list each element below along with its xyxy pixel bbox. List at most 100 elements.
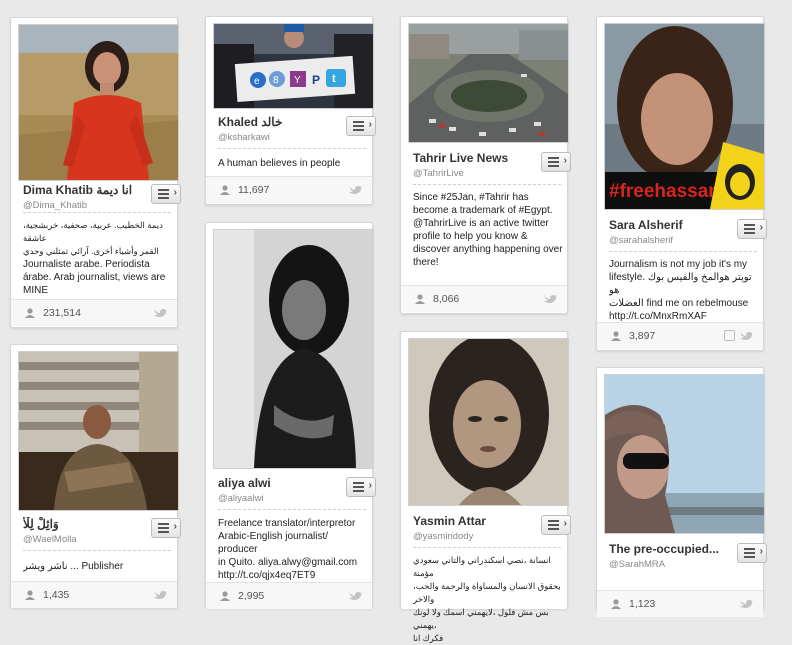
user-icon <box>220 591 230 601</box>
list-menu-icon <box>548 520 559 522</box>
profile-card-sarahmra[interactable]: The pre-occupied... @SarahMRA › 1,123 <box>596 367 767 617</box>
profile-handle[interactable]: @SarahMRA <box>609 559 665 570</box>
divider <box>218 148 366 149</box>
bio-line: Journalism is not my job it's my <box>609 259 748 270</box>
profile-photo[interactable] <box>408 23 569 143</box>
profile-handle[interactable]: @WaelMolla <box>23 534 77 545</box>
twitter-bird-icon[interactable] <box>739 330 753 341</box>
twitter-bird-icon[interactable] <box>153 589 167 600</box>
twitter-bird-icon[interactable] <box>543 293 557 304</box>
user-icon <box>415 294 425 304</box>
sign-letter: P <box>312 73 320 87</box>
profile-bio: Journalism is not my job it's my lifesty… <box>609 258 761 323</box>
name-row: aliya alwi @aliyaalwi › <box>213 472 376 508</box>
list-menu-icon <box>744 548 755 550</box>
name-row: Khaled خالد @ksharkawi › <box>213 111 376 147</box>
divider <box>413 547 561 548</box>
add-to-list-button[interactable]: › <box>737 219 767 239</box>
profile-handle[interactable]: @TahrirLive <box>413 168 464 179</box>
bio-line: القمر وأشياء أخرى. آرائي تمثلني وحدي <box>23 246 159 256</box>
add-to-list-button[interactable]: › <box>151 184 181 204</box>
profile-card-tahrirlive[interactable]: Tahrir Live News @TahrirLive › Since #25… <box>400 16 571 314</box>
photo-tag: #freehassan <box>609 181 720 202</box>
profile-photo[interactable] <box>408 338 569 506</box>
name-row: وَائِلْ لِلْأ @WaelMolla › <box>18 513 181 549</box>
add-to-list-button[interactable]: › <box>541 152 571 172</box>
profile-handle[interactable]: @ksharkawi <box>218 132 270 143</box>
profile-name[interactable]: Sara Alsherif <box>609 218 683 232</box>
profile-photo[interactable] <box>604 374 765 534</box>
bio-line: discover anything happening over <box>413 244 563 255</box>
add-to-list-button[interactable]: › <box>346 477 376 497</box>
profile-bio: Since #25Jan, #Tahrir has become a trade… <box>413 191 565 269</box>
user-icon <box>611 331 621 341</box>
twitter-bird-icon[interactable] <box>153 307 167 318</box>
add-to-list-button[interactable]: › <box>737 543 767 563</box>
add-to-list-button[interactable]: › <box>541 515 571 535</box>
twitter-bird-icon[interactable] <box>739 598 753 609</box>
profile-handle[interactable]: @aliyaalwi <box>218 493 264 504</box>
bio-line: انسانة ،نصي اسكندراني والتاني سعودي مؤمن… <box>413 555 551 578</box>
bio-line: فكرك انا <box>413 633 444 643</box>
bio-line: in Quito. aliya.alwy@gmail.com <box>218 557 358 568</box>
profile-handle[interactable]: @Dima_Khatib <box>23 200 87 211</box>
divider <box>218 509 366 510</box>
profile-name[interactable]: Dima Khatib انا ديمة <box>23 183 132 197</box>
instagram-icon[interactable] <box>724 330 735 341</box>
profile-photo[interactable]: #freehassan <box>604 23 765 210</box>
bio-line: become a trademark of #Egypt. <box>413 205 553 216</box>
profile-photo[interactable] <box>213 229 374 469</box>
twitter-bird-icon[interactable] <box>348 590 362 601</box>
bio-line: http://t.co/qjx4eq7ET9 <box>218 570 316 581</box>
followers-count: 1,435 <box>43 589 70 601</box>
list-menu-icon <box>158 189 169 191</box>
profile-bio: ديمة الخطيب. عربية، صحفية، خربشجية، عاشق… <box>23 219 175 297</box>
profile-name[interactable]: Tahrir Live News <box>413 151 508 165</box>
profile-handle[interactable]: @sarahalsherif <box>609 235 673 246</box>
bio-line: ناشر ويشر ... Publisher <box>23 561 124 572</box>
bio-line: بحقوق الانسان والمساواة والرحمة والحب، و… <box>413 581 561 604</box>
name-row: Yasmin Attar @yasmindody › <box>408 510 571 546</box>
followers-count: 2,995 <box>238 590 265 602</box>
twitter-bird-icon[interactable] <box>348 184 362 195</box>
profile-photo[interactable] <box>18 351 179 511</box>
profile-photo[interactable]: e 8 Y P t <box>213 23 374 109</box>
divider <box>609 251 757 252</box>
bio-line: Since #25Jan, #Tahrir has <box>413 192 529 203</box>
name-row: The pre-occupied... @SarahMRA › <box>604 538 767 574</box>
bio-line: @TahrirLive is an active twitter <box>413 218 549 229</box>
profile-name[interactable]: Yasmin Attar <box>413 514 486 528</box>
bio-line: Arabic-English journalist/ producer <box>218 531 329 555</box>
profile-name[interactable]: The pre-occupied... <box>609 542 719 556</box>
followers-count: 11,697 <box>238 184 270 196</box>
profile-card-aliya[interactable]: aliya alwi @aliyaalwi › Freelance transl… <box>205 222 376 609</box>
sign-letter: Y <box>294 75 301 86</box>
profile-name[interactable]: aliya alwi <box>218 476 271 490</box>
divider <box>23 212 171 213</box>
profile-handle[interactable]: @yasmindody <box>413 531 473 542</box>
card-footer: 231,514 <box>11 299 177 326</box>
bio-line: ديمة الخطيب. عربية، صحفية، خربشجية، عاشق… <box>23 220 163 243</box>
profile-bio: ناشر ويشر ... Publisher <box>23 560 175 573</box>
profile-card-khaled[interactable]: e 8 Y P t Khaled خالد @ksharkawi › A hum… <box>205 16 376 205</box>
user-icon <box>25 308 35 318</box>
add-to-list-button[interactable]: › <box>346 116 376 136</box>
card-footer: 2,995 <box>206 582 372 609</box>
list-menu-icon <box>744 224 755 226</box>
profile-photo[interactable] <box>18 24 179 181</box>
card-footer: 1,435 <box>11 581 177 608</box>
list-menu-icon <box>548 157 559 159</box>
profile-bio: Freelance translator/interpretor Arabic-… <box>218 517 370 582</box>
card-footer: 3,897 <box>597 322 763 349</box>
profile-name[interactable]: وَائِلْ لِلْأ <box>23 517 59 531</box>
add-to-list-button[interactable]: › <box>151 518 181 538</box>
profile-name[interactable]: Khaled خالد <box>218 115 282 129</box>
list-menu-icon <box>158 523 169 525</box>
profile-card-dima[interactable]: Dima Khatib انا ديمة @Dima_Khatib › ديمة… <box>10 17 181 328</box>
profile-card-wael[interactable]: وَائِلْ لِلْأ @WaelMolla › ناشر ويشر ...… <box>10 344 181 608</box>
profile-card-yasmin[interactable]: Yasmin Attar @yasmindody › انسانة ،نصي ا… <box>400 331 571 643</box>
profile-card-sara[interactable]: #freehassan Sara Alsherif @sarahalsherif… <box>596 16 767 351</box>
followers-count: 8,066 <box>433 293 460 305</box>
followers-count: 1,123 <box>629 598 656 610</box>
divider <box>23 550 171 551</box>
